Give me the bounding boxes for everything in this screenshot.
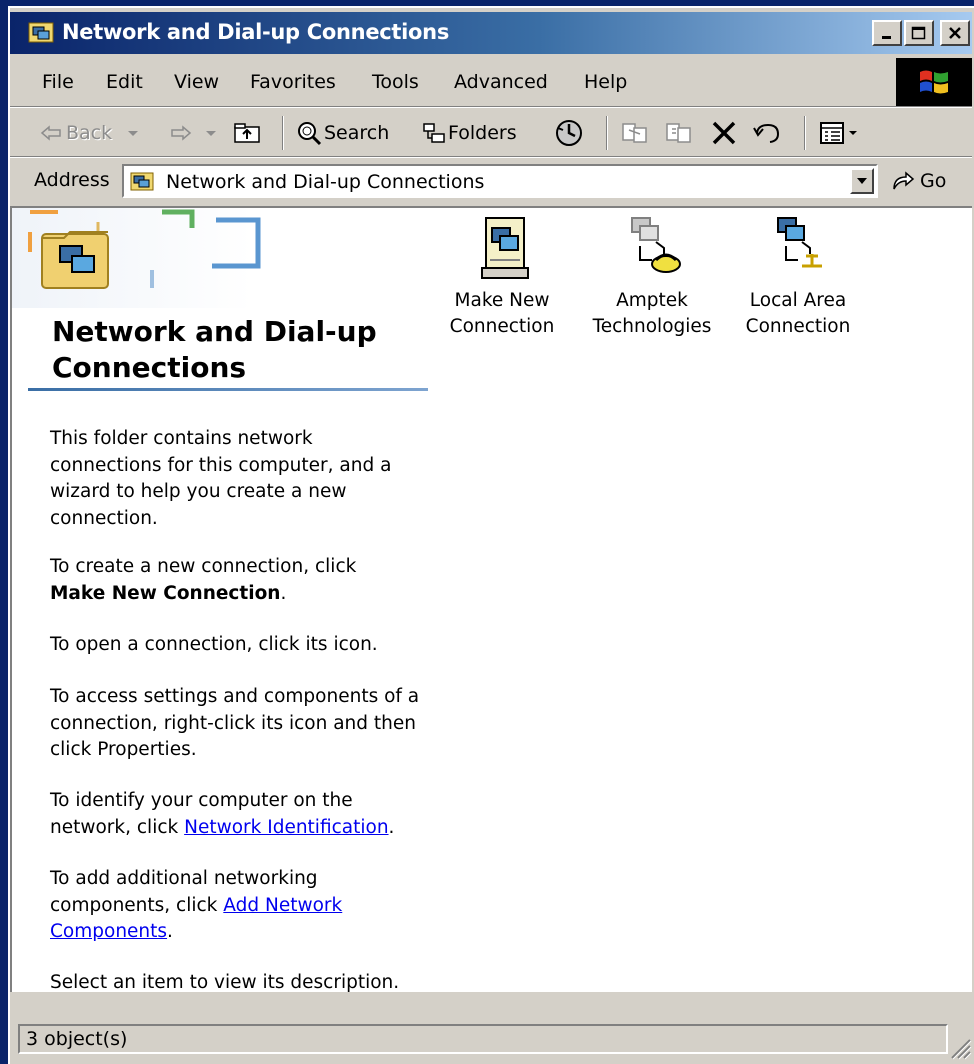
back-button[interactable]: Back: [40, 116, 142, 150]
lan-connection-icon: [777, 217, 822, 268]
search-label: Search: [324, 122, 390, 144]
menu-bar: File Edit View Favorites Tools Advanced …: [10, 60, 894, 106]
toolbar-separator: [606, 116, 608, 150]
make-new-connection-icon: [481, 217, 529, 279]
network-identification-link[interactable]: Network Identification: [184, 817, 388, 838]
menu-tools[interactable]: Tools: [372, 71, 419, 93]
views-dropdown-icon[interactable]: [846, 128, 860, 138]
undo-icon: [753, 123, 780, 143]
item-label-line1: Make New: [454, 290, 550, 311]
menu-advanced[interactable]: Advanced: [454, 71, 548, 93]
maximize-button[interactable]: [904, 20, 934, 46]
dialup-connection-icon: [631, 217, 681, 273]
item-label-line2: Technologies: [592, 316, 712, 337]
status-text: 3 object(s): [26, 1028, 128, 1050]
pane-title-rule: [28, 388, 428, 391]
description-create: To create a new connection, click Make N…: [50, 554, 430, 607]
close-button[interactable]: [940, 20, 970, 46]
menu-file[interactable]: File: [42, 71, 74, 93]
up-folder-button[interactable]: [232, 116, 262, 150]
folder-view: Network and Dial-up Connections This fol…: [10, 206, 972, 993]
window-title: Network and Dial-up Connections: [62, 20, 450, 44]
delete-button[interactable]: [710, 116, 738, 150]
undo-button[interactable]: [752, 116, 784, 150]
forward-arrow-icon: [171, 125, 192, 141]
standard-toolbar: Back Search Folders: [10, 108, 972, 156]
item-label-line1: Local Area: [749, 290, 847, 311]
description-open: To open a connection, click its icon.: [50, 634, 378, 655]
views-button[interactable]: [818, 116, 860, 150]
windows-logo: [896, 58, 972, 106]
minimize-icon: [882, 36, 891, 39]
item-label: Make New Connection: [432, 288, 572, 340]
address-value: Network and Dial-up Connections: [166, 171, 485, 193]
history-button[interactable]: [554, 116, 584, 150]
history-icon: [556, 120, 582, 146]
windows-flag-icon: [920, 70, 948, 94]
address-label: Address: [34, 169, 110, 191]
back-dropdown-icon[interactable]: [124, 128, 142, 138]
description-settings: To access settings and components of a c…: [50, 686, 420, 760]
menu-favorites[interactable]: Favorites: [250, 71, 336, 93]
description-identify: To identify your computer on the network…: [50, 788, 430, 841]
menu-help[interactable]: Help: [584, 71, 627, 93]
go-arrow-icon: [893, 171, 915, 190]
folders-button[interactable]: Folders: [422, 116, 517, 150]
network-folder-icon: [130, 172, 154, 191]
resize-grip-icon[interactable]: [946, 1034, 972, 1060]
maximize-icon: [911, 26, 926, 40]
go-label: Go: [920, 170, 947, 192]
period: .: [280, 582, 287, 604]
minimize-button[interactable]: [872, 20, 902, 46]
toolbar-separator: [282, 116, 284, 150]
copy-to-button[interactable]: [664, 116, 694, 150]
close-icon: [949, 27, 961, 39]
create-text: To create a new connection, click: [50, 556, 357, 577]
item-label: Local Area Connection: [728, 288, 868, 340]
period: .: [167, 921, 173, 942]
status-bar: 3 object(s): [10, 994, 972, 1060]
search-button[interactable]: Search: [296, 116, 389, 150]
toolbar-separator: [804, 116, 806, 150]
description-select: Select an item to view its description.: [50, 972, 400, 993]
back-arrow-icon: [40, 125, 61, 141]
views-icon: [820, 122, 844, 144]
description-add: To add additional networking components,…: [50, 866, 430, 946]
status-panel: 3 object(s): [18, 1024, 948, 1054]
move-to-icon: [622, 123, 647, 143]
chevron-down-icon: [857, 178, 867, 184]
item-label-line1: Amptek: [616, 290, 688, 311]
back-label: Back: [66, 122, 113, 144]
folder-banner-graphic: [12, 208, 261, 308]
pane-title: Network and Dial-up Connections: [52, 315, 377, 384]
search-icon: [298, 122, 322, 146]
item-label-line2: Connection: [449, 316, 555, 337]
menu-view[interactable]: View: [174, 71, 219, 93]
period: .: [388, 816, 395, 838]
address-input[interactable]: Network and Dial-up Connections: [122, 164, 878, 198]
copy-to-icon: [666, 123, 691, 143]
address-bar: Address Network and Dial-up Connections …: [10, 158, 972, 204]
forward-button[interactable]: [170, 116, 220, 150]
menu-edit[interactable]: Edit: [106, 71, 143, 93]
item-label: Amptek Technologies: [582, 288, 722, 340]
description-intro: This folder contains network connections…: [50, 428, 392, 529]
folders-tree-icon: [423, 123, 445, 143]
folders-label: Folders: [448, 122, 517, 144]
forward-dropdown-icon[interactable]: [202, 128, 220, 138]
move-to-button[interactable]: [620, 116, 650, 150]
item-label-line2: Connection: [745, 316, 851, 337]
network-folder-icon: [28, 22, 54, 43]
web-view-pane: Network and Dial-up Connections This fol…: [12, 208, 430, 993]
go-button[interactable]: Go: [890, 166, 946, 196]
up-folder-icon: [234, 123, 260, 143]
title-bar[interactable]: Network and Dial-up Connections: [10, 12, 972, 54]
address-dropdown-button[interactable]: [850, 168, 874, 194]
delete-x-icon: [712, 121, 736, 145]
make-new-connection-bold: Make New Connection: [50, 582, 281, 604]
